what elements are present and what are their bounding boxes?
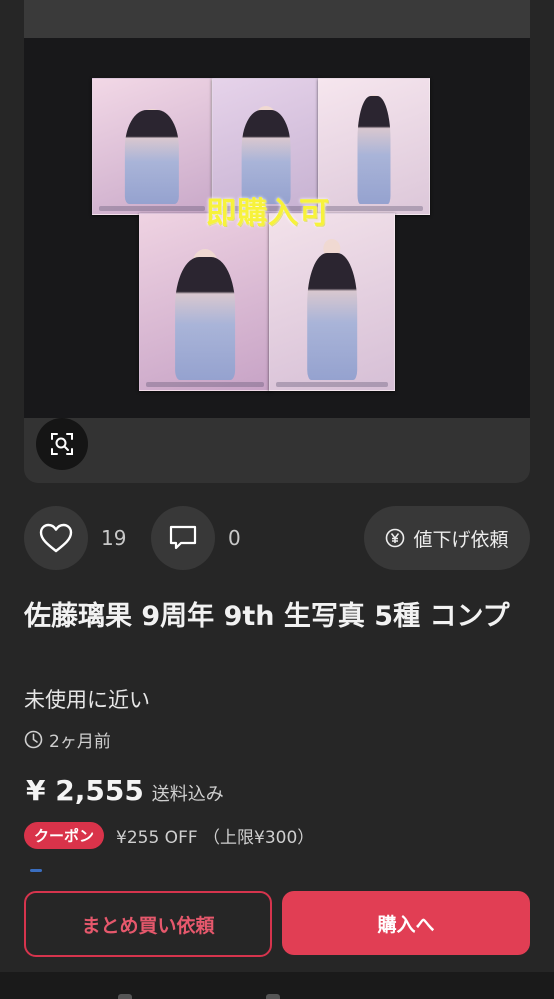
posted-ago: 2ヶ月前 bbox=[49, 732, 111, 752]
photo-card-3 bbox=[318, 78, 430, 215]
photo-card-4 bbox=[139, 213, 271, 391]
like-count: 19 bbox=[101, 526, 127, 550]
item-condition: 未使用に近い bbox=[24, 688, 150, 712]
price-down-label: 値下げ依頼 bbox=[413, 528, 509, 551]
item-title: 佐藤璃果 9周年 9th 生写真 5種 コンプ bbox=[24, 601, 510, 632]
item-price: ¥ 2,555 bbox=[26, 774, 144, 807]
posted-time: 2ヶ月前 bbox=[24, 727, 111, 752]
photo-card-5 bbox=[269, 213, 395, 391]
bulk-purchase-request-button[interactable]: まとめ買い依頼 bbox=[24, 891, 272, 957]
price-row: ¥ 2,555 送料込み bbox=[26, 774, 224, 807]
like-button[interactable] bbox=[24, 506, 88, 570]
clock-icon bbox=[24, 730, 43, 749]
price-down-request-button[interactable]: 値下げ依頼 bbox=[364, 506, 530, 570]
comment-button[interactable] bbox=[151, 506, 215, 570]
bottom-navigation-edge bbox=[0, 972, 554, 999]
shipping-note: 送料込み bbox=[151, 784, 224, 805]
yen-circle-icon bbox=[386, 528, 405, 548]
instant-buy-overlay: 即購入可 bbox=[206, 196, 330, 231]
photo-card-1 bbox=[92, 78, 212, 215]
heart-icon bbox=[39, 523, 73, 553]
comment-count: 0 bbox=[228, 526, 241, 550]
product-photo[interactable]: 即購入可 bbox=[24, 38, 530, 418]
image-search-button[interactable] bbox=[36, 418, 88, 470]
page-indicator bbox=[30, 869, 42, 872]
image-search-icon bbox=[51, 433, 73, 455]
purchase-button[interactable]: 購入へ bbox=[282, 891, 530, 955]
comment-icon bbox=[169, 525, 197, 550]
previous-image-edge bbox=[24, 0, 530, 38]
coupon-row[interactable]: クーポン ¥255 OFF （上限¥300） bbox=[24, 822, 314, 849]
coupon-text: ¥255 OFF （上限¥300） bbox=[116, 828, 315, 848]
coupon-badge: クーポン bbox=[24, 822, 105, 849]
product-image-card[interactable]: 即購入可 bbox=[24, 38, 530, 483]
